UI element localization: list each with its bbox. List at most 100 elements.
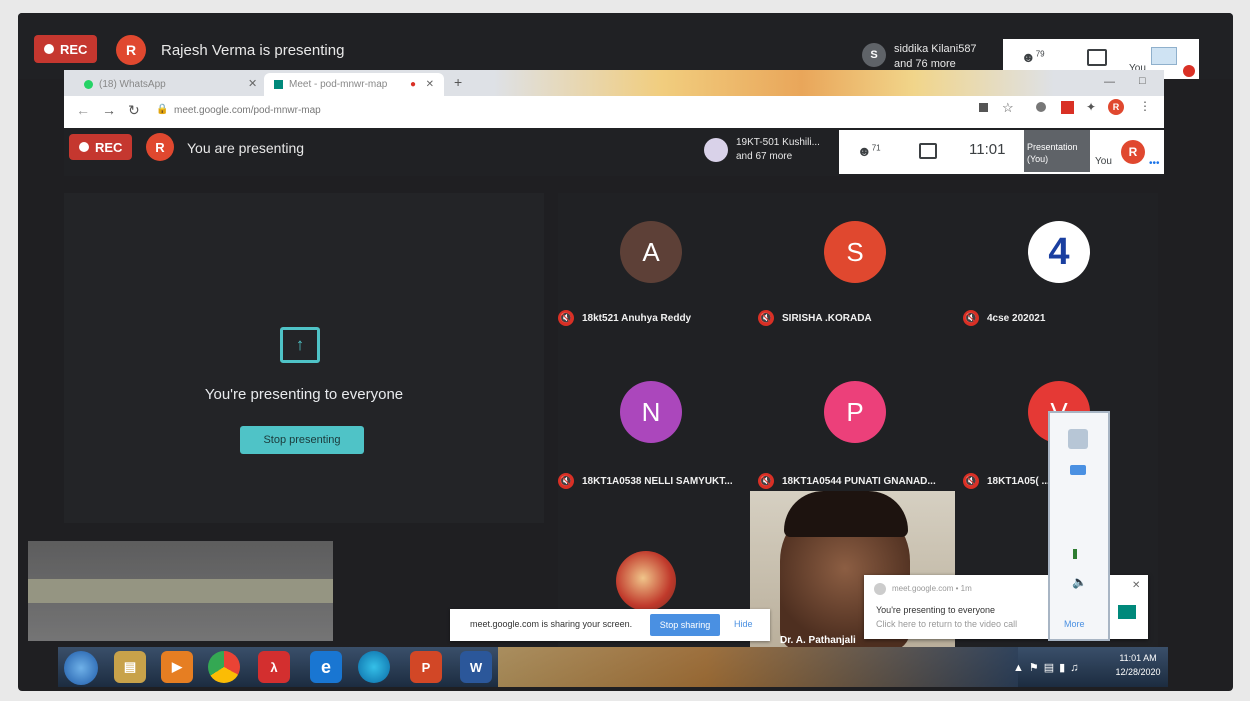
meet-icon [274,80,283,89]
inner-meet-bar: REC R You are presenting 19KT-501 Kushil… [64,128,1164,176]
presenter-status: Rajesh Verma is presenting [161,42,345,59]
recording-dot-icon: ● [409,79,416,90]
participant-name-4: 🔇 18KT1A0538 NELLI SAMYUKT... [558,473,733,489]
taskbar-date[interactable]: 12/28/2020 [1110,667,1166,677]
stop-presenting-button[interactable]: Stop presenting [240,426,364,454]
mic-off-icon: 🔇 [963,473,979,489]
chat-icon[interactable] [919,143,937,159]
blurred-background-window [28,541,333,641]
media-player-icon[interactable]: ▶ [161,651,193,683]
explorer-icon[interactable]: ▤ [114,651,146,683]
presentation-label: Presentation [1027,142,1078,152]
camera-icon[interactable] [979,103,988,112]
system-tray-icons[interactable]: ▲⚑▤▮♫ [1013,661,1083,674]
outer-participants-summary[interactable]: S siddika Kilani587 and 76 more [856,35,1001,75]
maximize-icon[interactable]: □ [1139,75,1146,87]
tray-app-icon[interactable] [1068,429,1088,449]
tab-close-icon[interactable]: ✕ [426,79,434,90]
inner-controls-panel: ☻71 11:01 Presentation (You) You R ••• [839,130,1164,174]
tab-meet[interactable]: Meet - pod-mnwr-map ● ✕ [264,73,444,96]
minimize-icon[interactable]: — [1104,76,1115,88]
blurred-strip [28,579,333,603]
screen-frame: REC R Rajesh Verma is presenting S siddi… [18,13,1233,691]
stop-sharing-button[interactable]: Stop sharing [650,614,720,636]
tray-more-link[interactable]: More [1064,619,1085,629]
browser-tab-strip: (18) WhatsApp ✕ Meet - pod-mnwr-map ● ✕ … [64,70,1164,96]
participant-avatar-3: 4 [1028,221,1090,283]
chrome-taskbar-icon[interactable] [208,651,240,683]
inner-participants-summary[interactable]: 19KT-501 Kushili... and 67 more [704,133,828,171]
video-hair [784,491,908,537]
screen-share-bar: meet.google.com is sharing your screen. … [450,609,770,641]
acrobat-icon[interactable]: λ [258,651,290,683]
edge-icon[interactable] [358,651,390,683]
ie-icon[interactable]: e [310,651,342,683]
chat-icon[interactable] [1087,49,1107,66]
outer-rec-badge: REC [34,35,98,63]
rec-label: REC [60,41,88,57]
participant-more: and 76 more [894,58,956,70]
more-dots-icon[interactable]: ••• [1149,158,1160,169]
forward-icon[interactable]: → [102,102,116,118]
start-button[interactable] [64,651,98,685]
network-icon[interactable] [1073,549,1077,559]
mic-off-icon: 🔇 [558,310,574,326]
taskbar-time[interactable]: 11:01 AM [1110,653,1166,663]
notification-body: Click here to return to the video call [876,619,1018,629]
taskbar-glare [498,647,1018,687]
speaker-icon[interactable]: 🔈 [1072,575,1087,589]
presentation-tile[interactable]: Presentation (You) [1024,130,1090,172]
mic-off-icon: 🔇 [758,473,774,489]
tray-overflow-popup: 🔈 More [1048,411,1110,641]
participant-more: and 67 more [736,151,793,162]
mic-off-icon: 🔇 [558,473,574,489]
windows-taskbar: ▤ ▶ λ e P W ▲⚑▤▮♫ 11:01 AM 12/28/2020 [58,647,1168,687]
powerpoint-icon[interactable]: P [410,651,442,683]
menu-dots-icon[interactable]: ⋮ [1139,99,1151,113]
people-icon[interactable]: ☻71 [857,143,881,159]
participant-avatar-2: S [824,221,886,283]
presenting-panel: ↑ You're presenting to everyone Stop pre… [64,193,544,523]
lock-icon: 🔒 [156,104,169,115]
tab-meet-label: Meet - pod-mnwr-map [289,79,388,90]
participant-name-5: 🔇 18KT1A0544 PUNATI GNANAD... [758,473,936,489]
rec-label: REC [95,139,123,155]
participant-name: siddika Kilani587 [894,43,977,55]
pdf-extension-icon[interactable] [1061,101,1074,114]
self-preview-thumb[interactable] [1151,47,1177,65]
people-count: 71 [871,143,881,153]
puzzle-icon[interactable]: ✦ [1086,100,1096,114]
address-bar: ← → ↻ 🔒 meet.google.com/pod-mnwr-map ☆ ✦… [64,96,1164,128]
participant-avatar-5: P [824,381,886,443]
clock-time: 11:01 [969,141,1006,158]
presenter-avatar: R [116,35,146,65]
blurred-window-strip [494,70,1054,96]
hide-button[interactable]: Hide [734,619,753,629]
tab-whatsapp[interactable]: (18) WhatsApp [74,73,254,96]
participant-avatar: S [862,43,886,67]
battery-icon[interactable] [1070,465,1086,475]
notification-source: meet.google.com • 1m [892,584,972,593]
participant-name: 19KT-501 Kushili... [736,137,820,148]
reload-icon[interactable]: ↻ [128,102,140,119]
participant-avatar-1: A [620,221,682,283]
star-icon[interactable]: ☆ [1002,100,1014,116]
share-message: meet.google.com is sharing your screen. [470,619,633,629]
new-tab-icon[interactable]: + [454,74,462,90]
participant-name-2: 🔇 SIRISHA .KORADA [758,310,872,326]
video-tile-name: Dr. A. Pathanjali [780,635,856,646]
notification-close-icon[interactable]: ✕ [1132,580,1140,591]
mic-off-icon[interactable] [1183,65,1195,77]
self-presenting-status: You are presenting [187,140,305,156]
people-icon[interactable]: ☻79 [1021,49,1045,65]
profile-avatar[interactable]: R [1108,99,1124,115]
self-presenter-avatar: R [146,133,174,161]
tab-close-icon[interactable]: ✕ [248,77,257,90]
back-icon[interactable]: ← [76,102,90,118]
participant-avatar [704,138,728,162]
tab-whatsapp-label: (18) WhatsApp [99,79,166,90]
word-icon[interactable]: W [460,651,492,683]
self-avatar[interactable]: R [1121,140,1145,164]
extension-icon[interactable] [1036,102,1046,112]
url-text[interactable]: meet.google.com/pod-mnwr-map [174,105,321,116]
